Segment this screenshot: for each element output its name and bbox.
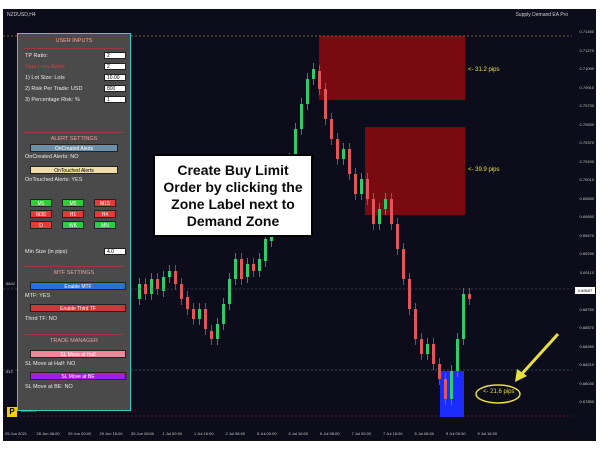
timeframe-button-m15[interactable]: M15: [94, 199, 116, 207]
price-tick-label: 0.70550: [579, 121, 594, 127]
price-tick-label: 0.71090: [579, 66, 594, 71]
price-tick-label: 0.68750: [579, 306, 594, 312]
input-row-label: TP Ratio:: [25, 53, 48, 59]
ea-control-panel: USER INPUTS TP Ratio: 2 Stop Loss Ratio: 2 1…: [17, 33, 131, 411]
callout-line: Demand Zone: [186, 213, 280, 229]
price-tick-label: 0.70010: [579, 177, 594, 182]
price-tick-label: 0.69290: [579, 251, 594, 256]
time-tick-label: 2 Jul 08:00: [225, 431, 246, 436]
time-tick-label: 7 Jul 00:00: [351, 431, 372, 436]
price-tick-label: 0.70190: [579, 158, 594, 164]
timeframe-button-wk[interactable]: WK: [62, 221, 84, 229]
input-row-field[interactable]: 1: [104, 96, 126, 103]
callout-line: Zone Label next to: [171, 196, 295, 212]
time-tick-label: 30 Jun 08:00: [131, 431, 155, 436]
price-tick-label: 0.70370: [579, 140, 594, 145]
timeframe-button-h1[interactable]: H1: [62, 210, 84, 218]
time-tick-label: 1 Jul 00:00: [162, 431, 183, 436]
time-tick-label: 8 Jul 08:00: [414, 431, 435, 436]
price-chart[interactable]: NZDUSD,H4 Supply Demand EA Pro 6842 642 …: [3, 9, 596, 441]
current-price-tag: 0.69507: [575, 287, 595, 294]
logo-icon: P: [7, 407, 17, 417]
time-tick-label: 25 Jun 2021: [5, 431, 28, 436]
sl-move-be-button[interactable]: SL Move at BE: [30, 372, 126, 380]
timeframe-button-h4[interactable]: H4: [94, 210, 116, 218]
timeframe-button-m1[interactable]: M1: [30, 199, 52, 207]
time-tick-label: 29 Jun 00:00: [68, 431, 92, 436]
callout-line: Create Buy Limit: [177, 162, 289, 178]
ontouched-alerts-button[interactable]: OnTouched Alerts: [30, 166, 118, 174]
enable-mtf-button[interactable]: Enable MTF: [30, 282, 126, 290]
divider: [24, 266, 124, 267]
ontouched-status: OnTouched Alerts: YES: [25, 177, 83, 183]
input-row-field[interactable]: 10.00: [104, 74, 126, 81]
time-tick-label: 5 Jul 16:00: [288, 431, 309, 436]
mtf-status: MTF: YES: [25, 293, 51, 299]
yellow-arrow: [517, 332, 560, 379]
oncreated-alerts-button[interactable]: OnCreated Alerts: [30, 144, 118, 152]
price-tick-label: 0.70910: [579, 84, 594, 90]
third-tf-status: Third TF: NO: [25, 316, 57, 322]
input-row-field[interactable]: 2: [104, 52, 126, 59]
price-tick-label: 0.68210: [579, 362, 594, 367]
time-tick-label: 28 Jun 08:00: [36, 431, 60, 436]
time-tick-label: 29 Jun 16:00: [99, 431, 123, 436]
sl-half-status: SL Move at Half: NO: [25, 361, 76, 367]
input-row-label: Stop Loss Ratio:: [25, 64, 66, 70]
divider: [24, 132, 124, 133]
time-axis[interactable]: 25 Jun 2021 28 Jun 08:00 29 Jun 00:00 29 Ju…: [3, 419, 596, 441]
divider: [24, 334, 124, 335]
divider: [24, 48, 124, 49]
callout-line: Order by clicking the: [163, 179, 303, 195]
timeframe-button-m30[interactable]: M30: [30, 210, 52, 218]
sl-move-half-button[interactable]: SL Move at Half: [30, 350, 126, 358]
timeframe-button-d[interactable]: D: [30, 221, 52, 229]
enable-third-tf-button[interactable]: Enable Third TF: [30, 304, 126, 312]
input-row-field[interactable]: 800: [104, 85, 126, 92]
price-tick-label: 0.71270: [579, 47, 594, 53]
time-tick-label: 7 Jul 16:00: [383, 431, 403, 436]
instruction-callout: Create Buy Limit Order by clicking the Z…: [153, 154, 313, 237]
price-axis[interactable]: 0.71450 0.71270 0.71090 0.70910 0.70730 0.705…: [572, 9, 596, 419]
input-row-label: 2) Risk Per Trade: USD: [25, 86, 83, 92]
price-tick-label: 0.68030: [579, 380, 594, 386]
highlight-ellipse: [475, 384, 521, 404]
timeframe-button-mn[interactable]: MN: [94, 221, 116, 229]
input-row-field[interactable]: 2: [104, 63, 126, 70]
price-tick-label: 0.69470: [579, 232, 594, 238]
timeframe-button-m5[interactable]: M5: [62, 199, 84, 207]
time-tick-label: 1 Jul 16:00: [194, 431, 214, 436]
price-tick-label: 0.70730: [579, 103, 594, 108]
mtf-settings-title: MTF SETTINGS: [53, 270, 95, 276]
time-tick-label: 9 Jul 16:00: [477, 431, 498, 436]
time-tick-label: 9 Jul 00:00: [446, 431, 466, 436]
oncreated-status: OnCreated Alerts: NO: [25, 154, 79, 160]
price-tick-label: 0.67850: [579, 399, 594, 404]
price-tick-label: 0.69650: [579, 214, 594, 219]
callout-text: Create Buy Limit Order by clicking the Z…: [155, 162, 311, 230]
time-tick-label: 5 Jul 00:00: [257, 431, 277, 436]
min-size-input[interactable]: 4.0: [104, 248, 126, 255]
time-tick-label: 6 Jul 08:00: [320, 431, 340, 436]
input-row-label: 3) Percentage Risk: %: [25, 97, 80, 103]
screenshot-frame: NZDUSD,H4 Supply Demand EA Pro 6842 642 …: [0, 0, 600, 450]
price-tick-label: 0.69110: [579, 269, 594, 275]
price-tick-label: 0.71450: [579, 29, 594, 34]
price-tick-label: 0.68570: [579, 325, 594, 330]
trade-manager-title: TRADE MANAGER: [50, 338, 98, 344]
user-inputs-title: USER INPUTS: [55, 38, 93, 44]
price-tick-label: 0.69830: [579, 195, 594, 201]
price-tick-label: 0.68390: [579, 343, 594, 349]
alert-settings-title: ALERT SETTINGS: [50, 136, 98, 142]
min-size-label: Min Size (in pips): [25, 249, 68, 255]
input-row-label: 1) Lot Size: Lots: [25, 75, 65, 81]
sl-be-status: SL Move at BE: NO: [25, 384, 73, 390]
